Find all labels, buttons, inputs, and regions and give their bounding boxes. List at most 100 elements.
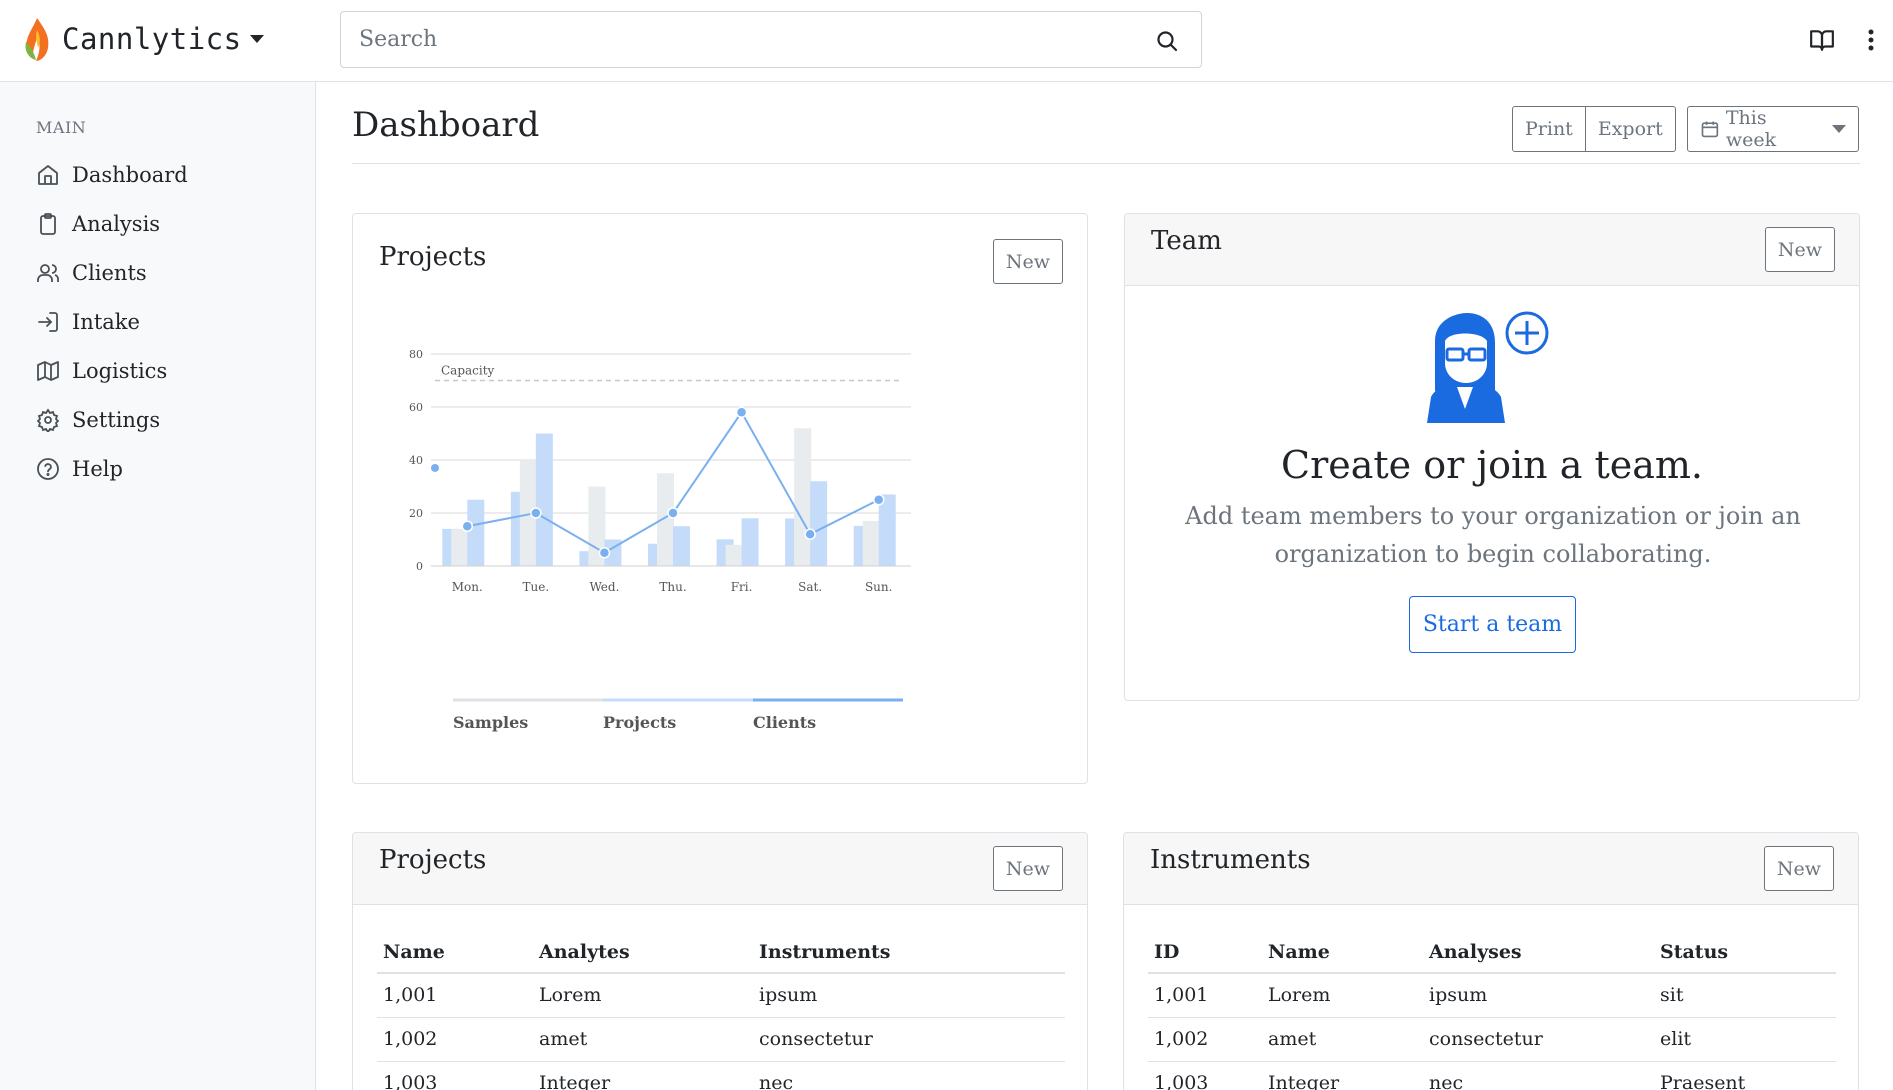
- new-team-button[interactable]: New: [1764, 227, 1835, 272]
- new-project-button[interactable]: New: [992, 846, 1063, 891]
- sidebar-item-help[interactable]: Help: [36, 444, 188, 493]
- column-header[interactable]: Analyses: [1423, 931, 1654, 974]
- table-cell: 1,001: [377, 973, 533, 1018]
- brand-dropdown[interactable]: Cannlytics: [22, 14, 264, 64]
- sidebar-item-label: Settings: [72, 407, 161, 432]
- x-tick-label: Sat.: [798, 580, 822, 594]
- chevron-down-icon: [249, 35, 264, 43]
- instruments-table: ID Name Analyses Status 1,001 Lorem ipsu…: [1148, 931, 1836, 1090]
- point-clients-start: [431, 463, 439, 472]
- table-cell: 1,003: [1148, 1061, 1262, 1090]
- legend-label: Projects: [603, 713, 676, 732]
- bar-projects: [535, 433, 553, 566]
- sidebar-item-label: Clients: [72, 260, 147, 285]
- print-button[interactable]: Print: [1512, 106, 1586, 152]
- search-icon[interactable]: [1155, 29, 1179, 53]
- card-header: Projects New: [353, 833, 1087, 905]
- table-cell: 1,001: [1148, 973, 1262, 1018]
- sidebar-item-logistics[interactable]: Logistics: [36, 346, 188, 395]
- export-button[interactable]: Export: [1585, 106, 1676, 152]
- table-row[interactable]: 1,002 amet consectetur: [377, 1017, 1065, 1062]
- team-card: Team New Create or join a team. Add team…: [1124, 213, 1860, 701]
- x-tick-label: Fri.: [731, 580, 753, 594]
- table-cell: sit: [1654, 973, 1836, 1018]
- table-row[interactable]: 1,001 Lorem ipsum sit: [1148, 973, 1836, 1018]
- table-cell: ipsum: [753, 973, 1065, 1018]
- chevron-down-icon: [1832, 125, 1846, 133]
- bar-samples: [451, 528, 469, 566]
- x-tick-label: Wed.: [589, 580, 619, 594]
- card-header: Instruments New: [1124, 833, 1858, 905]
- capacity-label: Capacity: [441, 364, 495, 378]
- bar-projects: [467, 499, 485, 566]
- table-cell: amet: [1262, 1017, 1423, 1062]
- column-header[interactable]: Name: [1262, 931, 1423, 974]
- header-divider: [352, 163, 1860, 164]
- card-title: Projects: [379, 845, 487, 875]
- point-clients: [667, 507, 679, 519]
- table-row[interactable]: 1,002 amet consectetur elit: [1148, 1017, 1836, 1062]
- x-tick-label: Tue.: [523, 580, 550, 594]
- bar-samples: [862, 520, 880, 566]
- sidebar-item-analysis[interactable]: Analysis: [36, 199, 188, 248]
- point-clients: [804, 528, 816, 540]
- table-cell: 1,002: [1148, 1017, 1262, 1062]
- x-tick-label: Thu.: [659, 580, 686, 594]
- search-input[interactable]: [341, 12, 1201, 67]
- table-cell: elit: [1654, 1017, 1836, 1062]
- sidebar-item-label: Analysis: [72, 211, 161, 236]
- home-icon: [38, 164, 58, 185]
- column-header[interactable]: Instruments: [753, 931, 1065, 974]
- start-team-button[interactable]: Start a team: [1409, 596, 1576, 653]
- team-empty-state: Create or join a team. Add team members …: [1125, 287, 1859, 700]
- table-row[interactable]: 1,003 Integer nec: [377, 1061, 1065, 1090]
- table-row[interactable]: 1,001 Lorem ipsum: [377, 973, 1065, 1018]
- bar-projects: [878, 494, 896, 566]
- sidebar-item-label: Logistics: [72, 358, 168, 383]
- sidebar-item-dashboard[interactable]: Dashboard: [36, 150, 188, 199]
- bar-projects: [741, 518, 759, 566]
- y-tick-label: 80: [409, 348, 423, 361]
- team-description: Add team members to your organization or…: [1185, 502, 1801, 568]
- sidebar-nav: Dashboard Analysis Clients Intake Logist…: [36, 150, 188, 493]
- table-header-row: Name Analytes Instruments: [377, 931, 1065, 974]
- table-cell: consectetur: [753, 1017, 1065, 1062]
- clipboard-icon: [40, 212, 56, 235]
- table-cell: Praesent: [1654, 1061, 1836, 1090]
- table-cell: ipsum: [1423, 973, 1654, 1018]
- date-range-dropdown[interactable]: This week: [1687, 106, 1859, 152]
- projects-chart: 0 20 40 60 80 Capacity Mon. Tue. Wed. Thu. Fri. Sat…: [409, 348, 911, 732]
- instruments-table-card: Instruments New ID Name Analyses Status …: [1123, 832, 1859, 1090]
- legend-label: Samples: [453, 713, 528, 732]
- sidebar-heading: MAIN: [36, 118, 87, 137]
- table-cell: Integer: [1262, 1061, 1423, 1090]
- table-header-row: ID Name Analyses Status: [1148, 931, 1836, 974]
- column-header[interactable]: Analytes: [533, 931, 753, 974]
- more-vertical-icon[interactable]: [1861, 27, 1881, 53]
- column-header[interactable]: ID: [1148, 931, 1262, 974]
- table-cell: amet: [533, 1017, 753, 1062]
- bar-projects: [810, 481, 828, 566]
- users-icon: [37, 263, 59, 282]
- sidebar-item-intake[interactable]: Intake: [36, 297, 188, 346]
- sidebar-item-settings[interactable]: Settings: [36, 395, 188, 444]
- table-cell: nec: [753, 1061, 1065, 1090]
- map-icon: [37, 360, 59, 381]
- sidebar: MAIN Dashboard Analysis Clients Intake L…: [0, 82, 316, 1090]
- calendar-icon: [1701, 121, 1719, 138]
- x-tick-label: Mon.: [452, 580, 483, 594]
- book-icon[interactable]: [1809, 27, 1835, 53]
- sidebar-item-clients[interactable]: Clients: [36, 248, 188, 297]
- point-clients: [530, 507, 542, 519]
- sidebar-item-label: Dashboard: [72, 162, 188, 187]
- table-row[interactable]: 1,003 Integer nec Praesent: [1148, 1061, 1836, 1090]
- y-tick-label: 20: [409, 507, 423, 520]
- column-header[interactable]: Status: [1654, 931, 1836, 974]
- point-clients: [461, 520, 474, 532]
- column-header[interactable]: Name: [377, 931, 533, 974]
- new-instrument-button[interactable]: New: [1763, 846, 1834, 891]
- help-circle-icon: [37, 457, 59, 480]
- cannlytics-logo-icon: [25, 18, 49, 61]
- sidebar-item-label: Help: [72, 456, 123, 481]
- search-bar: [340, 11, 1202, 68]
